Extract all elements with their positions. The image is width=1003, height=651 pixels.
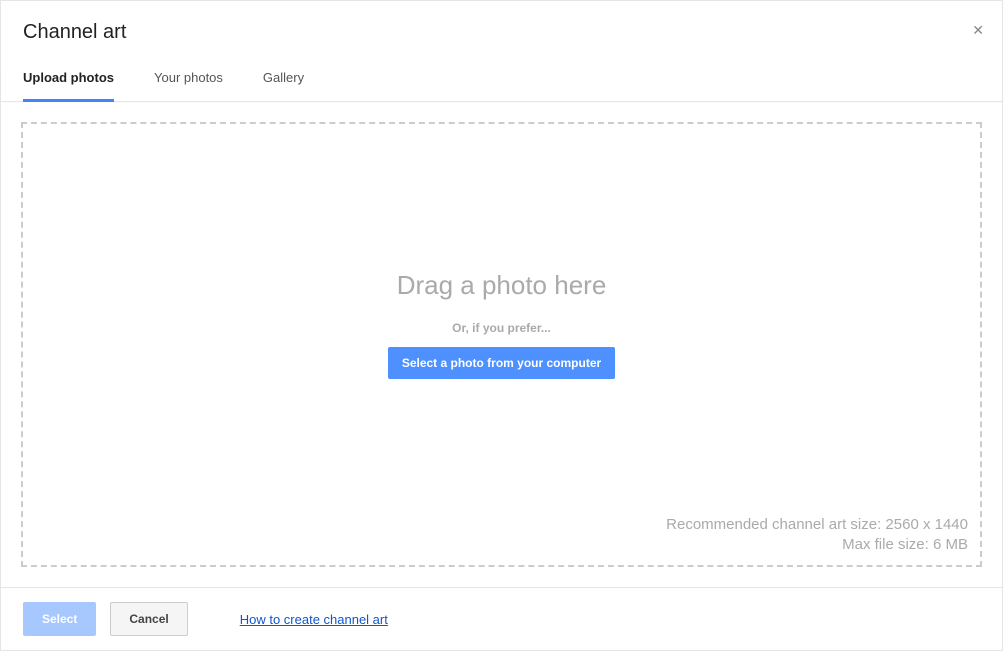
modal-footer: Select Cancel How to create channel art bbox=[1, 587, 1002, 650]
close-icon[interactable]: ✕ bbox=[972, 23, 984, 37]
tab-label: Gallery bbox=[263, 70, 304, 85]
drop-heading: Drag a photo here bbox=[388, 270, 615, 301]
tab-upload-photos[interactable]: Upload photos bbox=[23, 70, 114, 102]
modal-title: Channel art bbox=[23, 21, 980, 44]
select-button[interactable]: Select bbox=[23, 602, 96, 636]
tab-gallery[interactable]: Gallery bbox=[263, 70, 304, 101]
drop-subtext: Or, if you prefer... bbox=[388, 321, 615, 335]
dropzone[interactable]: Drag a photo here Or, if you prefer... S… bbox=[21, 122, 982, 567]
modal-header: Channel art ✕ bbox=[1, 1, 1002, 44]
dropzone-center: Drag a photo here Or, if you prefer... S… bbox=[388, 270, 615, 379]
tab-label: Upload photos bbox=[23, 70, 114, 85]
dropzone-hints: Recommended channel art size: 2560 x 144… bbox=[666, 515, 968, 555]
hint-recommended-size: Recommended channel art size: 2560 x 144… bbox=[666, 515, 968, 535]
channel-art-modal: Channel art ✕ Upload photos Your photos … bbox=[0, 0, 1003, 651]
content-area: Drag a photo here Or, if you prefer... S… bbox=[1, 102, 1002, 587]
tab-your-photos[interactable]: Your photos bbox=[154, 70, 223, 101]
hint-max-filesize: Max file size: 6 MB bbox=[666, 535, 968, 555]
cancel-button[interactable]: Cancel bbox=[110, 602, 187, 636]
help-link[interactable]: How to create channel art bbox=[240, 612, 388, 627]
tabs-bar: Upload photos Your photos Gallery bbox=[1, 70, 1002, 102]
select-photo-button[interactable]: Select a photo from your computer bbox=[388, 347, 615, 379]
tab-label: Your photos bbox=[154, 70, 223, 85]
